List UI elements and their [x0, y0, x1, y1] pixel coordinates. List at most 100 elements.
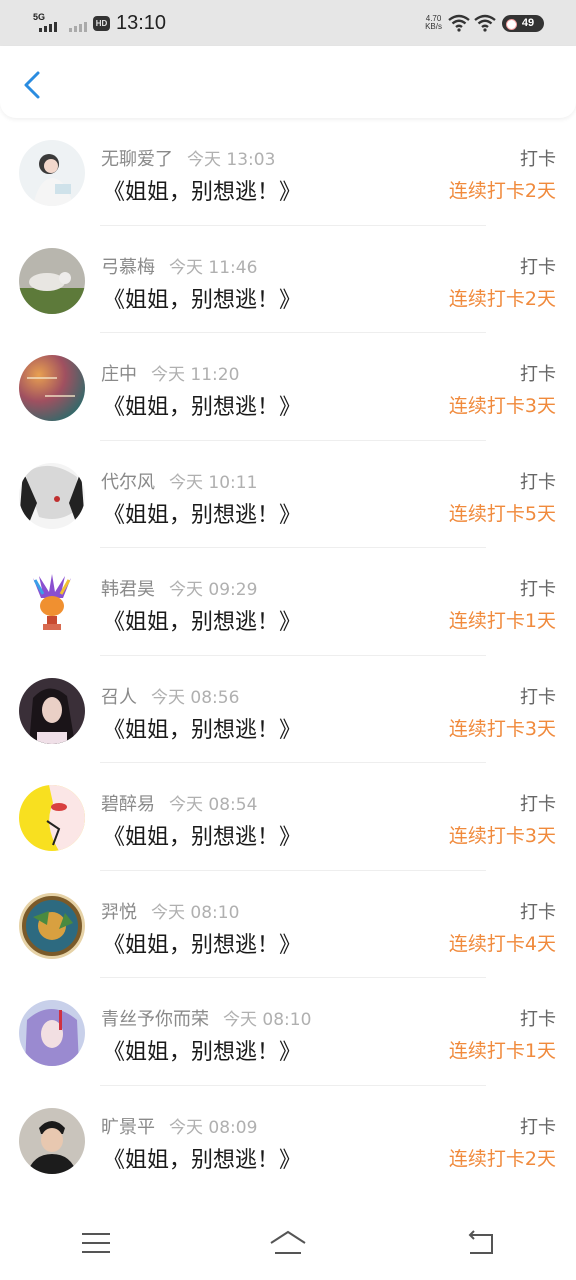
user-name-text: 旷景平 [101, 1116, 155, 1138]
list-item[interactable]: 旷景平 今天 08:09 《姐姐，别想逃！》 打卡 连续打卡2天 [0, 1086, 576, 1194]
status-right: 4.70 KB/s 49 [425, 10, 544, 36]
user-name-text: 青丝予你而荣 [101, 1009, 209, 1030]
user-name[interactable]: 羿悦 今天 08:10 [101, 898, 239, 924]
user-name-text: 碧醉易 [101, 794, 155, 815]
user-name-text: 韩君昊 [101, 579, 155, 600]
avatar[interactable] [19, 140, 85, 206]
menu-icon[interactable] [76, 1223, 116, 1263]
checkin-time: 今天 08:10 [223, 1010, 312, 1030]
streak-label: 连续打卡5天 [448, 502, 556, 525]
list-item[interactable]: 羿悦 今天 08:10 《姐姐，别想逃！》 打卡 连续打卡4天 [0, 871, 576, 978]
hd-badge-icon: HD [93, 15, 110, 31]
system-nav-bar [0, 1206, 576, 1280]
checkin-tag: 打卡 [520, 1009, 556, 1030]
list-item[interactable]: 庄中 今天 11:20 《姐姐，别想逃！》 打卡 连续打卡3天 [0, 333, 576, 441]
checkin-time: 今天 08:56 [151, 687, 240, 708]
checkin-time: 今天 09:29 [169, 580, 258, 600]
user-name[interactable]: 代尔风 今天 10:11 [101, 468, 257, 494]
checkin-tag: 打卡 [520, 1116, 556, 1138]
book-title[interactable]: 《姐姐，别想逃！》 [103, 282, 301, 314]
checkin-time: 今天 08:54 [169, 795, 258, 815]
streak-label: 连续打卡2天 [448, 180, 556, 202]
list-item[interactable]: 弓慕梅 今天 11:46 《姐姐，别想逃！》 打卡 连续打卡2天 [0, 226, 576, 333]
status-time: 13:10 [116, 11, 167, 34]
book-title[interactable]: 《姐姐，别想逃！》 [103, 604, 301, 636]
avatar[interactable] [19, 1107, 85, 1174]
streak-label: 连续打卡1天 [448, 610, 556, 632]
checkin-tag: 打卡 [520, 579, 556, 600]
checkin-time: 今天 11:20 [151, 365, 240, 385]
list-item[interactable]: 青丝予你而荣 今天 08:10 《姐姐，别想逃！》 打卡 连续打卡1天 [0, 978, 576, 1086]
wifi-icon-2 [474, 14, 496, 32]
user-name-text: 召人 [101, 686, 137, 708]
book-title[interactable]: 《姐姐，别想逃！》 [103, 174, 301, 206]
user-name[interactable]: 庄中 今天 11:20 [101, 360, 239, 386]
net-speed: 4.70 KB/s [425, 15, 442, 31]
book-title[interactable]: 《姐姐，别想逃！》 [103, 927, 301, 959]
checkin-time: 今天 13:03 [187, 150, 276, 170]
avatar[interactable] [19, 247, 85, 314]
checkin-list: 无聊爱了 今天 13:03 《姐姐，别想逃！》 打卡 连续打卡2天 弓慕梅 今天 1… [0, 118, 576, 1193]
checkin-time: 今天 11:46 [169, 257, 258, 278]
book-title[interactable]: 《姐姐，别想逃！》 [103, 712, 301, 744]
status-left: 5G HD 13:10 [33, 10, 166, 36]
battery-level: 49 [521, 17, 535, 29]
book-title[interactable]: 《姐姐，别想逃！》 [103, 1142, 301, 1174]
list-item[interactable]: 碧醉易 今天 08:54 《姐姐，别想逃！》 打卡 连续打卡3天 [0, 763, 576, 871]
user-name-text: 羿悦 [101, 901, 137, 923]
checkin-tag: 打卡 [520, 901, 556, 923]
user-name-text: 无聊爱了 [101, 149, 173, 170]
user-name[interactable]: 无聊爱了 今天 13:03 [101, 145, 275, 171]
user-name-text: 弓慕梅 [101, 256, 155, 278]
signal-secondary-icon [67, 12, 91, 34]
checkin-tag: 打卡 [520, 256, 556, 278]
book-title[interactable]: 《姐姐，别想逃！》 [103, 497, 301, 529]
signal-5g-icon: 5G [33, 12, 61, 34]
book-title[interactable]: 《姐姐，别想逃！》 [103, 389, 301, 421]
avatar[interactable] [19, 355, 85, 421]
book-title[interactable]: 《姐姐，别想逃！》 [103, 819, 301, 851]
network-type-label: 5G [33, 12, 46, 22]
user-name[interactable]: 弓慕梅 今天 11:46 [101, 253, 257, 279]
net-speed-unit: KB/s [425, 22, 442, 31]
checkin-tag: 打卡 [520, 471, 556, 493]
back-button[interactable] [18, 68, 48, 102]
user-name-text: 代尔风 [101, 471, 155, 493]
list-item[interactable]: 无聊爱了 今天 13:03 《姐姐，别想逃！》 打卡 连续打卡2天 [0, 118, 576, 226]
avatar[interactable] [19, 677, 85, 744]
streak-label: 连续打卡1天 [448, 1040, 556, 1062]
avatar[interactable] [19, 892, 85, 959]
checkin-time: 今天 10:11 [169, 472, 258, 493]
user-name[interactable]: 旷景平 今天 08:09 [101, 1113, 257, 1139]
header [0, 46, 576, 118]
avatar[interactable] [19, 462, 85, 529]
user-name-text: 庄中 [101, 364, 137, 385]
streak-label: 连续打卡2天 [448, 1147, 556, 1170]
checkin-tag: 打卡 [520, 364, 556, 385]
book-title[interactable]: 《姐姐，别想逃！》 [103, 1034, 301, 1066]
back-icon[interactable] [460, 1223, 500, 1263]
status-bar: 5G HD 13:10 4.70 KB/s 49 [0, 0, 576, 46]
user-name[interactable]: 召人 今天 08:56 [101, 683, 239, 709]
user-name[interactable]: 青丝予你而荣 今天 08:10 [101, 1005, 311, 1031]
list-item[interactable]: 韩君昊 今天 09:29 《姐姐，别想逃！》 打卡 连续打卡1天 [0, 548, 576, 656]
user-name[interactable]: 碧醉易 今天 08:54 [101, 790, 257, 816]
wifi-icon [448, 14, 470, 32]
checkin-tag: 打卡 [520, 686, 556, 708]
streak-label: 连续打卡3天 [448, 717, 556, 740]
checkin-tag: 打卡 [520, 794, 556, 815]
user-name[interactable]: 韩君昊 今天 09:29 [101, 575, 257, 601]
avatar[interactable] [19, 1000, 85, 1066]
avatar[interactable] [19, 570, 85, 636]
checkin-time: 今天 08:10 [151, 902, 240, 923]
home-icon[interactable] [268, 1223, 308, 1263]
streak-label: 连续打卡2天 [448, 287, 556, 310]
streak-label: 连续打卡3天 [448, 825, 556, 847]
list-item[interactable]: 代尔风 今天 10:11 《姐姐，别想逃！》 打卡 连续打卡5天 [0, 441, 576, 548]
streak-label: 连续打卡4天 [448, 932, 556, 955]
streak-label: 连续打卡3天 [448, 395, 556, 417]
avatar[interactable] [19, 785, 85, 851]
checkin-time: 今天 08:09 [169, 1117, 258, 1138]
battery-icon: 49 [502, 14, 544, 32]
list-item[interactable]: 召人 今天 08:56 《姐姐，别想逃！》 打卡 连续打卡3天 [0, 656, 576, 763]
